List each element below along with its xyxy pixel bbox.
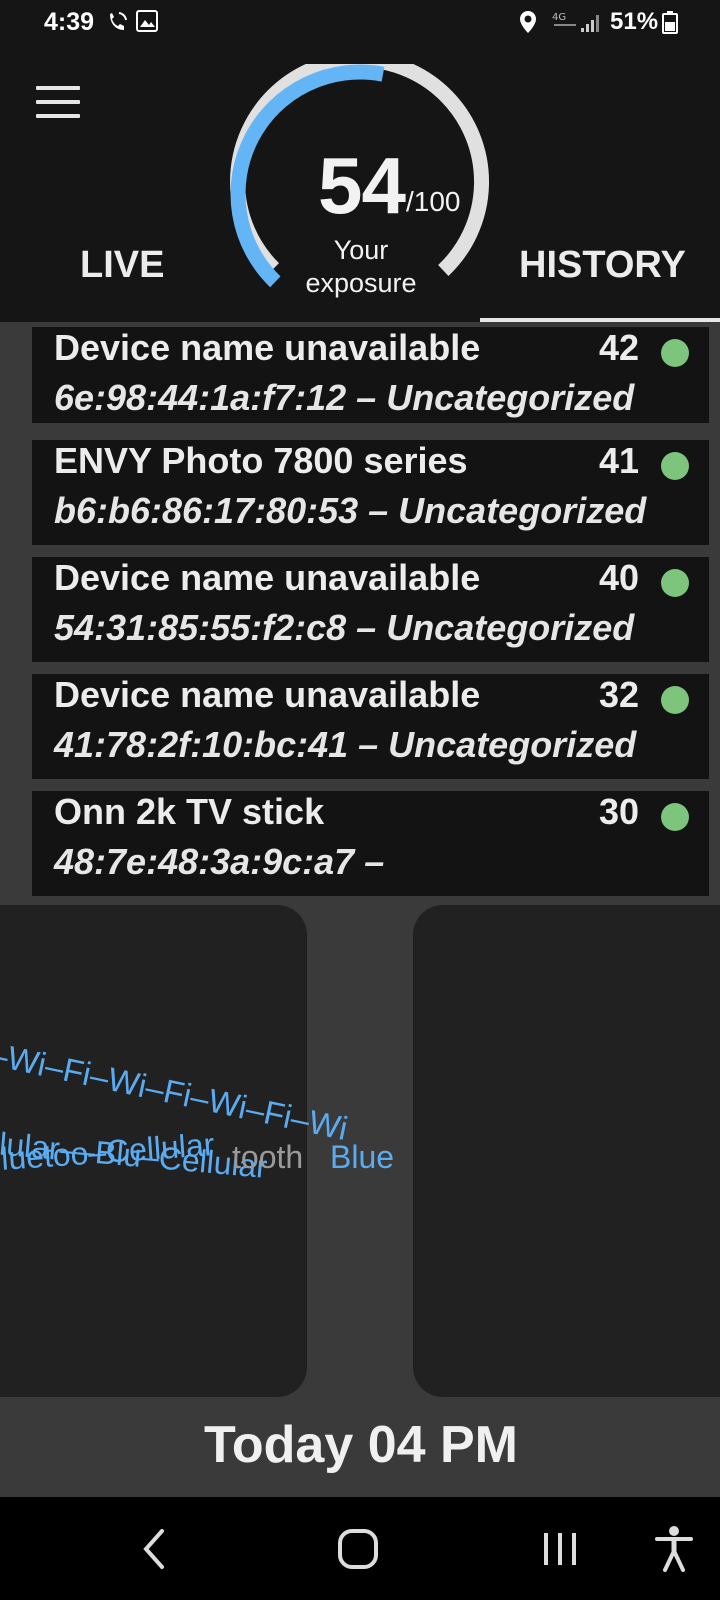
status-bar: 4:39 4G 51% [0,0,720,48]
exposure-label: Your exposure [305,235,417,298]
device-name: Device name unavailable [54,327,481,368]
lte-signal-icon: 4G [552,12,576,26]
status-dot [661,339,689,367]
location-icon [520,11,536,33]
time-label: Today 04 PM [203,1416,518,1474]
device-row[interactable]: Device name unavailable 32 41:78:2f:10:b… [32,674,709,779]
device-detail: 48:7e:48:3a:9c:a7 – [54,841,385,882]
cellular-signal-label-2: Blue [330,1139,395,1175]
device-score: 40 [598,557,639,598]
exposure-score: 54 [318,141,406,230]
device-name: Onn 2k TV stick [54,791,325,832]
cell-signal-icon [581,15,599,32]
battery-icon [662,11,678,34]
recent-apps-icon[interactable] [540,1527,580,1571]
status-dot [661,803,689,831]
device-detail: 6e:98:44:1a:f7:12 – Uncategorized [54,377,635,418]
device-score: 42 [598,327,639,368]
exposure-max: /100 [406,186,461,217]
svg-text:4G: 4G [552,12,566,23]
status-dot [661,452,689,480]
device-score: 30 [598,791,639,832]
device-name: Device name unavailable [54,674,481,715]
hamburger-menu-icon[interactable] [36,86,80,126]
home-icon[interactable] [336,1527,380,1571]
battery-percent: 51% [610,8,659,35]
device-score: 41 [598,440,639,481]
device-name: ENVY Photo 7800 series [54,440,468,481]
device-row[interactable]: Device name unavailable 42 6e:98:44:1a:f… [32,327,709,423]
device-list[interactable]: Device name unavailable 42 6e:98:44:1a:f… [0,322,720,905]
device-detail: 54:31:85:55:f2:c8 – Uncategorized [54,607,635,648]
status-dot [661,686,689,714]
signal-visualization[interactable]: –Wi–Fi–Wi–Fi–Wi–Fi–Wi llular––Blu–Cellul… [0,905,720,1497]
tab-live[interactable]: LIVE [80,244,164,287]
device-row[interactable]: Onn 2k TV stick 30 48:7e:48:3a:9c:a7 – [32,791,709,896]
device-name: Device name unavailable [54,557,481,598]
tab-history[interactable]: HISTORY [519,244,686,287]
image-notification-icon [136,10,158,32]
device-detail: b6:b6:86:17:80:53 – Uncategorized [54,490,647,531]
device-detail: 41:78:2f:10:bc:41 – Uncategorized [54,724,637,765]
wifi-calling-icon [110,12,127,30]
device-row[interactable]: Device name unavailable 40 54:31:85:55:f… [32,557,709,662]
header: LIVE 54 /100 Your exposure HISTORY [0,48,720,322]
device-row[interactable]: ENVY Photo 7800 series 41 b6:b6:86:17:80… [32,440,709,545]
status-dot [661,569,689,597]
device-score: 32 [598,674,639,715]
viz-panel-right [413,905,720,1397]
bluetooth-signal-label-2: tooth [232,1139,304,1175]
system-nav-bar [0,1497,720,1600]
accessibility-icon[interactable] [654,1525,694,1573]
status-time: 4:39 [44,8,95,36]
time-pill[interactable]: Today 04 PM [180,1397,542,1497]
back-icon[interactable] [140,1527,170,1571]
